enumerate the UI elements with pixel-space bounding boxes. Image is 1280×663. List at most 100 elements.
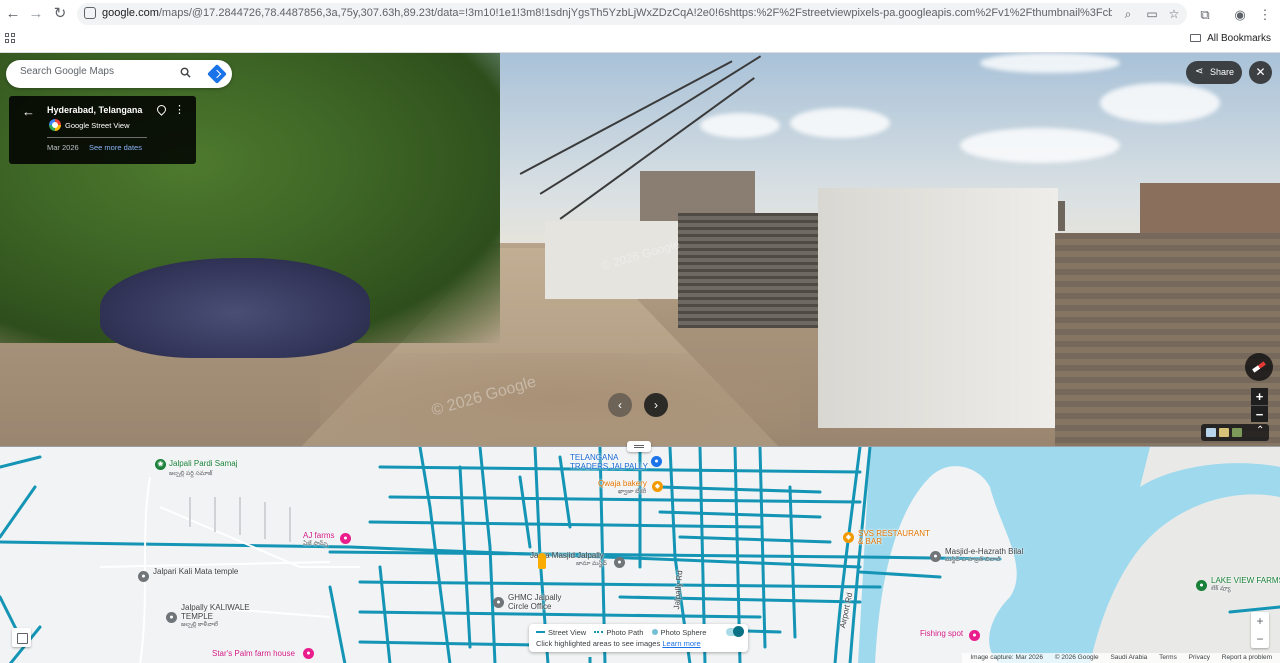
report-problem-link[interactable]: Report a problem bbox=[1222, 654, 1272, 661]
poi-stars-palm-farm-house[interactable]: Star's Palm farm house bbox=[212, 649, 295, 658]
compass-icon[interactable] bbox=[1245, 353, 1273, 381]
mosque-icon[interactable]: ● bbox=[614, 557, 625, 568]
site-info-icon[interactable] bbox=[84, 7, 96, 19]
terrain-thumbnail-icon[interactable] bbox=[1232, 428, 1242, 437]
terms-link[interactable]: Terms bbox=[1159, 654, 1177, 661]
poi-lake-view-farms[interactable]: LAKE VIEW FARMS లేక్ వ్యూ bbox=[1211, 576, 1280, 593]
directions-icon[interactable] bbox=[207, 64, 227, 84]
zoom-icon[interactable]: ⌕ bbox=[1120, 6, 1136, 22]
metal-gate bbox=[678, 213, 820, 328]
all-bookmarks-button[interactable]: All Bookmarks bbox=[1190, 33, 1271, 44]
government-icon[interactable]: ● bbox=[493, 597, 504, 608]
restaurant-icon[interactable]: ◆ bbox=[843, 532, 854, 543]
poi-jalpari-kali-mata-temple[interactable]: Jalpari Kali Mata temple bbox=[153, 567, 238, 576]
poi-aj-farms[interactable]: AJ farms ఏజే ఫామ్స్ bbox=[303, 531, 335, 548]
building bbox=[1140, 183, 1280, 233]
browser-toolbar: ← → ↻ google.com/maps/@17.2844726,78.448… bbox=[0, 0, 1280, 53]
park-icon[interactable]: ● bbox=[1196, 580, 1207, 591]
street-view-zoom-out-button[interactable]: − bbox=[1251, 405, 1268, 422]
poi-sublabel: ఖ్వాజా బేకరీ bbox=[618, 489, 647, 495]
close-icon[interactable]: ✕ bbox=[1249, 61, 1272, 84]
map-zoom-in-button[interactable]: + bbox=[1251, 612, 1269, 630]
farm-icon[interactable]: ● bbox=[303, 648, 314, 659]
fullscreen-icon[interactable] bbox=[12, 628, 31, 647]
mosque-icon[interactable]: ● bbox=[930, 551, 941, 562]
see-more-dates-link[interactable]: See more dates bbox=[89, 143, 142, 152]
more-vert-icon[interactable]: ⋮ bbox=[174, 104, 185, 116]
profile-icon[interactable]: ◉ bbox=[1231, 6, 1249, 24]
poi-sublabel: ఏజే ఫామ్స్ bbox=[303, 541, 328, 547]
farm-icon[interactable]: ● bbox=[340, 533, 351, 544]
poi-sublabel: జల్పల్లి కాళీవాలే bbox=[181, 622, 218, 628]
divider bbox=[47, 137, 147, 138]
shopping-icon[interactable]: ● bbox=[651, 456, 662, 467]
temple-icon[interactable]: ● bbox=[138, 571, 149, 582]
search-box[interactable] bbox=[6, 60, 232, 88]
search-input[interactable] bbox=[20, 66, 170, 77]
temple-icon[interactable]: ● bbox=[166, 612, 177, 623]
poi-sublabel: జామా మస్జిద్ bbox=[576, 561, 607, 567]
url-path: /maps/@17.2844726,78.4487856,3a,75y,307.… bbox=[158, 7, 1112, 19]
photo-path-line-icon bbox=[594, 631, 604, 633]
cloud bbox=[960, 128, 1120, 163]
privacy-link[interactable]: Privacy bbox=[1189, 654, 1210, 661]
pin-icon[interactable] bbox=[155, 103, 168, 116]
poi-label: Jalpali Pardi Samaj bbox=[169, 459, 238, 468]
satellite-thumbnail-icon[interactable] bbox=[1219, 428, 1229, 437]
map-resize-handle[interactable] bbox=[627, 441, 651, 452]
cloud bbox=[700, 113, 780, 138]
street-view-layer-toggle[interactable] bbox=[726, 626, 744, 637]
poi-ghmc-office[interactable]: GHMC Jalpally Circle Office bbox=[508, 593, 561, 611]
next-image-button[interactable]: › bbox=[644, 393, 668, 417]
legend-photo-path: Photo Path bbox=[606, 628, 644, 637]
map-zoom-out-button[interactable]: − bbox=[1251, 630, 1269, 648]
poi-fishing-spot[interactable]: Fishing spot bbox=[920, 629, 963, 638]
poi-jalpali-pardi-samaj[interactable]: ★ Jalpali Pardi Samaj జల్పల్లి పర్ది సమాజ్ bbox=[155, 459, 237, 478]
copyright: © 2026 Google bbox=[1054, 654, 1099, 661]
share-button[interactable]: ⋖ Share bbox=[1186, 61, 1242, 84]
legend-photo-sphere: Photo Sphere bbox=[660, 628, 707, 637]
legend-street-view: Street View bbox=[548, 628, 587, 637]
forward-icon[interactable]: → bbox=[26, 4, 46, 24]
street-view-legend: Street View Photo Path Photo Sphere Clic… bbox=[529, 624, 748, 652]
poi-sublabel: లేక్ వ్యూ bbox=[1211, 586, 1231, 592]
restaurant-icon[interactable]: ◆ bbox=[652, 481, 663, 492]
poi-svs-restaurant[interactable]: SVS RESTAURANT & BAR bbox=[858, 530, 930, 546]
url-text[interactable]: google.com/maps/@17.2844726,78.4487856,3… bbox=[102, 7, 1112, 19]
poi-telangana-traders[interactable]: TELANGANA TRADERS JALPALLY bbox=[570, 453, 648, 471]
compass-needle bbox=[1252, 361, 1266, 373]
search-icon[interactable] bbox=[180, 67, 191, 78]
image-capture-date: Image capture: Mar 2026 bbox=[970, 654, 1043, 661]
legend-items: Street View Photo Path Photo Sphere bbox=[536, 628, 706, 637]
map-thumbnail-icon[interactable] bbox=[1206, 428, 1216, 437]
apps-grid-icon[interactable] bbox=[5, 33, 15, 43]
back-icon[interactable]: ← bbox=[3, 4, 23, 24]
expand-up-icon[interactable]: ⌃ bbox=[1256, 425, 1264, 436]
poi-kaliwale-temple[interactable]: Jalpally KALIWALE TEMPLE జల్పల్లి కాళీవాల… bbox=[181, 603, 250, 630]
legend-hint: Click highlighted areas to see images Le… bbox=[536, 639, 701, 648]
poi-masjid-hazrath-bilal[interactable]: Masjid-e-Hazrath Bilal మస్జిద్-ఎ-హజ్రత్ బ… bbox=[945, 547, 1023, 564]
street-view-line-icon bbox=[536, 631, 545, 633]
learn-more-link[interactable]: Learn more bbox=[662, 639, 700, 648]
location-info-card: ← Hyderabad, Telangana Google Street Vie… bbox=[9, 96, 196, 164]
street-view-zoom-in-button[interactable]: + bbox=[1251, 388, 1268, 405]
region-label[interactable]: Saudi Arabia bbox=[1110, 654, 1147, 661]
poi-qwaja-bakery[interactable]: Qwaja bakery ఖ్వాజా బేకరీ bbox=[598, 479, 647, 496]
poi-label: Masjid-e-Hazrath Bilal bbox=[945, 547, 1024, 556]
street-view-pegman-icon[interactable] bbox=[538, 553, 546, 569]
cast-icon[interactable]: ▭ bbox=[1144, 6, 1160, 22]
poi-label: AJ farms bbox=[303, 531, 335, 540]
address-bar[interactable]: google.com/maps/@17.2844726,78.4487856,3… bbox=[77, 3, 1187, 25]
bookmark-star-icon[interactable]: ☆ bbox=[1166, 6, 1182, 22]
map-zoom-control: + − bbox=[1251, 612, 1269, 648]
arrow-left-icon[interactable]: ← bbox=[22, 104, 35, 119]
layers-thumbnails[interactable]: ⌃ bbox=[1201, 424, 1269, 441]
reload-icon[interactable]: ↻ bbox=[50, 4, 70, 24]
map-attribution: Image capture: Mar 2026 © 2026 Google Sa… bbox=[962, 653, 1280, 663]
previous-image-button[interactable]: ‹ bbox=[608, 393, 632, 417]
folder-icon bbox=[1190, 34, 1202, 42]
blurred-area bbox=[320, 353, 800, 446]
extensions-icon[interactable]: ⧉ bbox=[1196, 6, 1214, 24]
fishing-icon[interactable]: ● bbox=[969, 630, 980, 641]
menu-icon[interactable]: ⋮ bbox=[1256, 6, 1274, 24]
